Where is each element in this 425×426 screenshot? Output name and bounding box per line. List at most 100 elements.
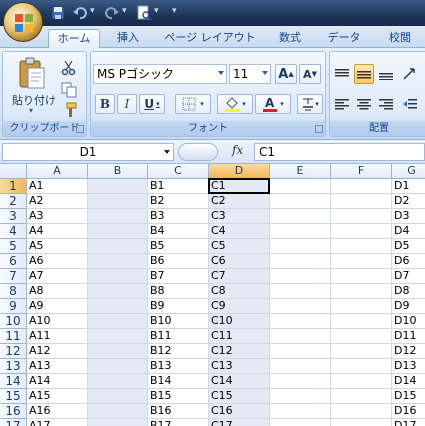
undo-icon[interactable] (72, 5, 88, 21)
column-header-g[interactable]: G (392, 164, 425, 179)
cell-d2[interactable]: C2 (209, 194, 270, 209)
save-icon[interactable] (50, 5, 66, 21)
cell-c17[interactable]: B17 (148, 419, 209, 426)
cell-e16[interactable] (270, 404, 331, 419)
copy-icon[interactable] (61, 82, 77, 98)
phonetic-dropdown-icon[interactable]: ▾ (315, 100, 319, 108)
cell-d14[interactable]: C14 (209, 374, 270, 389)
cell-a16[interactable]: A16 (27, 404, 88, 419)
font-size-combo[interactable]: 11 (229, 64, 271, 84)
tab-data[interactable]: データ (322, 29, 366, 48)
cell-d9[interactable]: C9 (209, 299, 270, 314)
cell-d15[interactable]: C15 (209, 389, 270, 404)
paste-icon[interactable] (17, 56, 47, 90)
cell-f16[interactable] (331, 404, 392, 419)
cell-f8[interactable] (331, 284, 392, 299)
column-header-b[interactable]: B (88, 164, 148, 179)
cell-a17[interactable]: A17 (27, 419, 88, 426)
row-header[interactable]: 10 (0, 314, 27, 329)
cell-a11[interactable]: A11 (27, 329, 88, 344)
cell-a14[interactable]: A14 (27, 374, 88, 389)
cell-d10[interactable]: C10 (209, 314, 270, 329)
cell-a4[interactable]: A4 (27, 224, 88, 239)
cell-a3[interactable]: A3 (27, 209, 88, 224)
cell-c14[interactable]: B14 (148, 374, 209, 389)
font-size-dropdown-icon[interactable] (262, 71, 268, 75)
cell-a2[interactable]: A2 (27, 194, 88, 209)
column-header-e[interactable]: E (270, 164, 331, 179)
cell-c5[interactable]: B5 (148, 239, 209, 254)
cell-c4[interactable]: B4 (148, 224, 209, 239)
cell-f17[interactable] (331, 419, 392, 426)
cell-d5[interactable]: C5 (209, 239, 270, 254)
cell-f12[interactable] (331, 344, 392, 359)
cell-c9[interactable]: B9 (148, 299, 209, 314)
cell-d16[interactable]: C16 (209, 404, 270, 419)
cell-e8[interactable] (270, 284, 331, 299)
cell-f14[interactable] (331, 374, 392, 389)
cell-f5[interactable] (331, 239, 392, 254)
cell-d6[interactable]: C6 (209, 254, 270, 269)
row-header[interactable]: 6 (0, 254, 27, 269)
print-preview-dropdown-icon[interactable]: ▾ (154, 6, 159, 16)
cell-f13[interactable] (331, 359, 392, 374)
row-header[interactable]: 12 (0, 344, 27, 359)
cell-b16[interactable] (88, 404, 148, 419)
cell-g14[interactable]: D14 (392, 374, 425, 389)
grow-font-button[interactable]: A ▲ (275, 64, 297, 84)
cell-d12[interactable]: C12 (209, 344, 270, 359)
cell-b6[interactable] (88, 254, 148, 269)
formula-input[interactable]: C1 (254, 143, 425, 161)
align-right-button[interactable] (376, 94, 396, 114)
underline-dropdown-icon[interactable]: ▾ (156, 100, 160, 108)
cell-g3[interactable]: D3 (392, 209, 425, 224)
row-header[interactable]: 13 (0, 359, 27, 374)
align-middle-button[interactable] (354, 64, 374, 84)
row-header[interactable]: 5 (0, 239, 27, 254)
align-center-button[interactable] (354, 94, 374, 114)
font-launcher-icon[interactable] (315, 125, 323, 133)
font-name-dropdown-icon[interactable] (218, 71, 224, 75)
cell-c12[interactable]: B12 (148, 344, 209, 359)
align-top-button[interactable] (332, 64, 352, 84)
cell-f6[interactable] (331, 254, 392, 269)
cell-e9[interactable] (270, 299, 331, 314)
column-header-f[interactable]: F (331, 164, 392, 179)
cell-b2[interactable] (88, 194, 148, 209)
cell-e17[interactable] (270, 419, 331, 426)
cell-g10[interactable]: D10 (392, 314, 425, 329)
cell-g11[interactable]: D11 (392, 329, 425, 344)
row-header[interactable]: 15 (0, 389, 27, 404)
name-box-dropdown-icon[interactable] (164, 150, 170, 154)
tab-formulas[interactable]: 数式 (270, 29, 310, 48)
tab-insert[interactable]: 挿入 (108, 29, 148, 48)
font-color-button[interactable]: A ▾ (255, 94, 291, 114)
cell-g6[interactable]: D6 (392, 254, 425, 269)
underline-button[interactable]: U ▾ (139, 94, 165, 114)
row-header[interactable]: 1 (0, 179, 27, 194)
cell-a15[interactable]: A15 (27, 389, 88, 404)
cell-f11[interactable] (331, 329, 392, 344)
italic-button[interactable]: I (117, 94, 137, 114)
font-color-dropdown-icon[interactable]: ▾ (280, 100, 284, 108)
cell-c13[interactable]: B13 (148, 359, 209, 374)
insert-function-icon[interactable]: fx (232, 143, 243, 157)
cell-b14[interactable] (88, 374, 148, 389)
cell-g7[interactable]: D7 (392, 269, 425, 284)
column-header-d[interactable]: D (209, 164, 270, 179)
cell-a5[interactable]: A5 (27, 239, 88, 254)
cell-c11[interactable]: B11 (148, 329, 209, 344)
cell-a12[interactable]: A12 (27, 344, 88, 359)
redo-icon[interactable] (104, 5, 120, 21)
cell-e7[interactable] (270, 269, 331, 284)
paste-dropdown-icon[interactable]: ▾ (29, 106, 33, 115)
cell-c16[interactable]: B16 (148, 404, 209, 419)
office-button[interactable] (3, 2, 43, 42)
row-header[interactable]: 4 (0, 224, 27, 239)
cell-g4[interactable]: D4 (392, 224, 425, 239)
cell-b17[interactable] (88, 419, 148, 426)
cell-g13[interactable]: D13 (392, 359, 425, 374)
cell-d7[interactable]: C7 (209, 269, 270, 284)
cell-e6[interactable] (270, 254, 331, 269)
cell-e2[interactable] (270, 194, 331, 209)
